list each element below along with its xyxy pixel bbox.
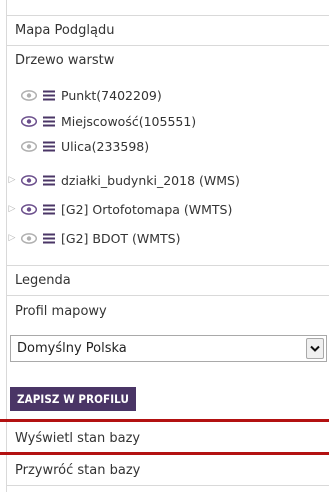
- list-icon[interactable]: [43, 115, 55, 127]
- eye-icon[interactable]: [21, 174, 37, 186]
- highlight-line-bottom: [0, 452, 329, 455]
- expand-arrow-icon[interactable]: ▷: [7, 175, 17, 185]
- profile-select-value: Domyślny Polska: [17, 341, 127, 356]
- section-layer-tree-label: Drzewo warstw: [15, 53, 115, 68]
- eye-icon[interactable]: [21, 140, 37, 152]
- layer-label: [G2] Ortofotomapa (WMTS): [61, 201, 233, 217]
- list-icon[interactable]: [43, 140, 55, 152]
- expand-arrow-icon[interactable]: ▷: [7, 233, 17, 243]
- eye-icon[interactable]: [21, 89, 37, 101]
- profile-select[interactable]: Domyślny Polska: [10, 335, 327, 362]
- layer-label: Punkt(7402209): [61, 87, 162, 103]
- layer-row-punkt: Punkt(7402209): [7, 81, 329, 109]
- list-icon[interactable]: [43, 89, 55, 101]
- layer-label: działki_budynki_2018 (WMS): [61, 172, 240, 188]
- eye-icon[interactable]: [21, 203, 37, 215]
- section-restore-db-state[interactable]: Przywróć stan bazy: [7, 456, 329, 484]
- layer-label: Ulica(233598): [61, 138, 150, 154]
- layer-row-bdot: ▷ [G2] BDOT (WMTS): [7, 224, 329, 252]
- section-preview-map[interactable]: Mapa Podglądu: [7, 15, 329, 45]
- layer-label: [G2] BDOT (WMTS): [61, 230, 181, 246]
- list-icon[interactable]: [43, 203, 55, 215]
- layer-row-ulica: Ulica(233598): [7, 132, 329, 160]
- bottom-divider: [7, 485, 329, 486]
- section-layer-tree[interactable]: Drzewo warstw: [7, 45, 329, 75]
- section-map-profile[interactable]: Profil mapowy: [7, 295, 329, 327]
- section-show-db-state-label: Wyświetl stan bazy: [15, 430, 141, 446]
- section-legend-label: Legenda: [15, 273, 71, 288]
- eye-icon[interactable]: [21, 232, 37, 244]
- expand-arrow-icon[interactable]: ▷: [7, 204, 17, 214]
- section-legend[interactable]: Legenda: [7, 265, 329, 295]
- section-map-profile-label: Profil mapowy: [15, 304, 107, 319]
- layer-row-miejscowosc: Miejscowość(105551): [7, 107, 329, 135]
- layer-row-ortofotomapa: ▷ [G2] Ortofotomapa (WMTS): [7, 195, 329, 223]
- save-profile-button[interactable]: ZAPISZ W PROFILU: [10, 387, 136, 411]
- section-preview-map-label: Mapa Podglądu: [15, 23, 115, 38]
- list-icon[interactable]: [43, 232, 55, 244]
- list-icon[interactable]: [43, 174, 55, 186]
- layer-row-dzialki: ▷ działki_budynki_2018 (WMS): [7, 166, 329, 194]
- chevron-down-icon[interactable]: [306, 338, 324, 359]
- section-restore-db-state-label: Przywróć stan bazy: [15, 462, 141, 478]
- section-show-db-state[interactable]: Wyświetl stan bazy: [7, 423, 329, 453]
- highlight-line-top: [0, 419, 329, 422]
- layer-label: Miejscowość(105551): [61, 113, 197, 129]
- eye-icon[interactable]: [21, 115, 37, 127]
